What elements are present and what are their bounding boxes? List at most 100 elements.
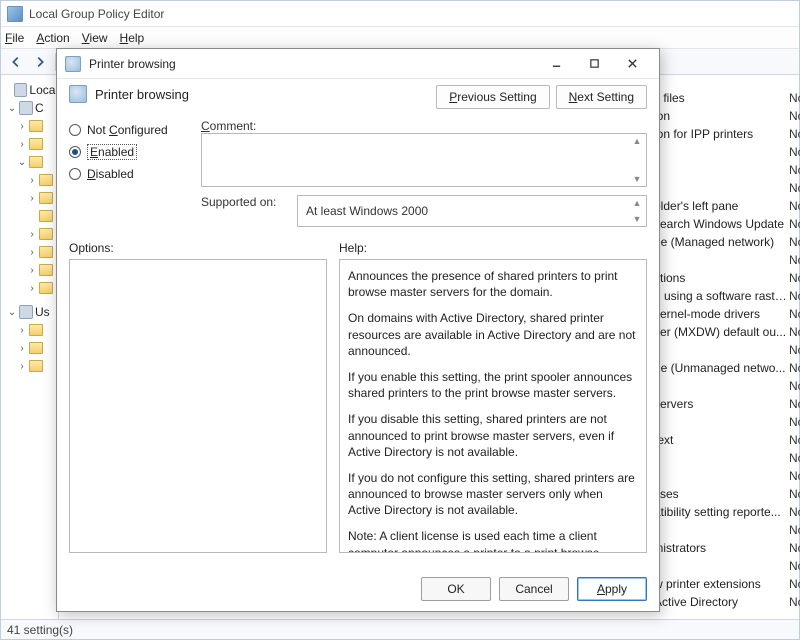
setting-name: kernel-mode drivers xyxy=(654,307,789,321)
supported-on-value: At least Windows 2000 xyxy=(306,204,428,218)
setting-name: ion for IPP printers xyxy=(654,127,789,141)
list-row[interactable]: ge (Unmanaged netwo...Not xyxy=(654,359,800,377)
list-row[interactable]: ge (Managed network)Not xyxy=(654,233,800,251)
setting-state: Not xyxy=(789,325,800,339)
setting-name: r xyxy=(654,253,789,267)
list-row[interactable]: c filesNot xyxy=(654,89,800,107)
scroll-arrows[interactable]: ▲▼ xyxy=(630,198,644,224)
app-icon xyxy=(7,6,23,22)
comment-label: Comment: xyxy=(201,119,647,133)
list-row[interactable]: ion for IPP printersNot xyxy=(654,125,800,143)
setting-name: atibility setting reporte... xyxy=(654,505,789,519)
list-row[interactable]: Not xyxy=(654,161,800,179)
menu-action[interactable]: Action xyxy=(36,31,69,45)
ok-button[interactable]: OK xyxy=(421,577,491,601)
policy-icon xyxy=(19,305,33,319)
folder-icon xyxy=(39,246,53,258)
forward-button[interactable] xyxy=(29,51,51,73)
setting-state: Not xyxy=(789,415,800,429)
list-row[interactable]: Not xyxy=(654,179,800,197)
setting-name: ge (Managed network) xyxy=(654,235,789,249)
folder-icon xyxy=(29,156,43,168)
maximize-button[interactable] xyxy=(575,51,613,77)
list-row[interactable]: older's left paneNot xyxy=(654,197,800,215)
setting-state: Not xyxy=(789,397,800,411)
list-row[interactable]: Not xyxy=(654,377,800,395)
help-text: Note: A client license is used each time… xyxy=(348,528,638,553)
setting-name: sses xyxy=(654,487,789,501)
list-row[interactable]: Not xyxy=(654,557,800,575)
setting-name: search Windows Update xyxy=(654,217,789,231)
previous-setting-button[interactable]: Previous Setting xyxy=(436,85,549,109)
next-setting-button[interactable]: Next Setting xyxy=(556,85,647,109)
status-bar: 41 setting(s) xyxy=(1,619,799,639)
supported-on-box: At least Windows 2000 ▲▼ xyxy=(297,195,647,227)
list-row[interactable]: atibility setting reporte...Not xyxy=(654,503,800,521)
setting-state: Not xyxy=(789,541,800,555)
list-row[interactable]: ssesNot xyxy=(654,485,800,503)
minimize-button[interactable] xyxy=(537,51,575,77)
radio-disabled[interactable]: Disabled xyxy=(69,163,185,185)
dialog-titlebar[interactable]: Printer browsing xyxy=(57,49,659,79)
folder-icon xyxy=(39,228,53,240)
menu-help[interactable]: Help xyxy=(120,31,145,45)
setting-state: Not xyxy=(789,307,800,321)
setting-state: Not xyxy=(789,217,800,231)
radio-enabled[interactable]: Enabled xyxy=(69,141,185,163)
list-row[interactable]: Active DirectoryNot xyxy=(654,593,800,611)
setting-state: Not xyxy=(789,91,800,105)
window-title: Local Group Policy Editor xyxy=(29,7,164,21)
setting-name: text xyxy=(654,433,789,447)
back-button[interactable] xyxy=(5,51,27,73)
setting-state: Not xyxy=(789,127,800,141)
help-text: If you disable this setting, shared prin… xyxy=(348,411,638,460)
scroll-arrows[interactable]: ▲▼ xyxy=(630,136,644,184)
setting-state: Not xyxy=(789,253,800,267)
list-row[interactable]: serversNot xyxy=(654,395,800,413)
tree-root[interactable]: Local xyxy=(29,83,56,97)
apply-button[interactable]: Apply xyxy=(577,577,647,601)
tree-user[interactable]: Us xyxy=(35,305,50,319)
setting-name: iter (MXDW) default ou... xyxy=(654,325,789,339)
list-row[interactable]: Not xyxy=(654,413,800,431)
tree-pane[interactable]: Local ⌄C › › ⌄ › › › › › › ⌄Us › › › xyxy=(1,77,59,619)
list-row[interactable]: Not xyxy=(654,449,800,467)
help-text: If you enable this setting, the print sp… xyxy=(348,369,638,401)
tree-computer[interactable]: C xyxy=(35,101,44,115)
list-row[interactable]: ionNot xyxy=(654,107,800,125)
list-row[interactable]: Not xyxy=(654,341,800,359)
setting-state: Not xyxy=(789,163,800,177)
setting-state: Not xyxy=(789,487,800,501)
list-row[interactable]: rNot xyxy=(654,251,800,269)
options-box[interactable] xyxy=(69,259,327,553)
list-row[interactable]: search Windows UpdateNot xyxy=(654,215,800,233)
setting-state: Not xyxy=(789,199,800,213)
list-row[interactable]: Not xyxy=(654,521,800,539)
list-row[interactable]: Not xyxy=(654,143,800,161)
help-box[interactable]: Announces the presence of shared printer… xyxy=(339,259,647,553)
comment-textbox[interactable]: ▲▼ xyxy=(201,133,647,187)
setting-state: Not xyxy=(789,505,800,519)
policy-dialog: Printer browsing Printer browsing Previo… xyxy=(56,48,660,612)
menu-file[interactable]: File xyxy=(5,31,24,45)
list-row[interactable]: kernel-mode driversNot xyxy=(654,305,800,323)
setting-state: Not xyxy=(789,271,800,285)
radio-not-configured[interactable]: Not Configured xyxy=(69,119,185,141)
setting-name: ge (Unmanaged netwo... xyxy=(654,361,789,375)
list-row[interactable]: textNot xyxy=(654,431,800,449)
close-button[interactable] xyxy=(613,51,651,77)
cancel-button[interactable]: Cancel xyxy=(499,577,569,601)
list-row[interactable]: d using a software raste...Not xyxy=(654,287,800,305)
list-row[interactable]: ctionsNot xyxy=(654,269,800,287)
dialog-title: Printer browsing xyxy=(89,57,176,71)
folder-icon xyxy=(29,342,43,354)
list-row[interactable]: w printer extensionsNot xyxy=(654,575,800,593)
state-radio-group: Not Configured Enabled Disabled xyxy=(69,119,185,227)
list-row[interactable]: inistratorsNot xyxy=(654,539,800,557)
policy-icon xyxy=(19,101,33,115)
list-row[interactable]: iter (MXDW) default ou...Not xyxy=(654,323,800,341)
setting-state: Not xyxy=(789,379,800,393)
menu-view[interactable]: View xyxy=(82,31,108,45)
folder-icon xyxy=(39,192,53,204)
list-row[interactable]: Not xyxy=(654,467,800,485)
